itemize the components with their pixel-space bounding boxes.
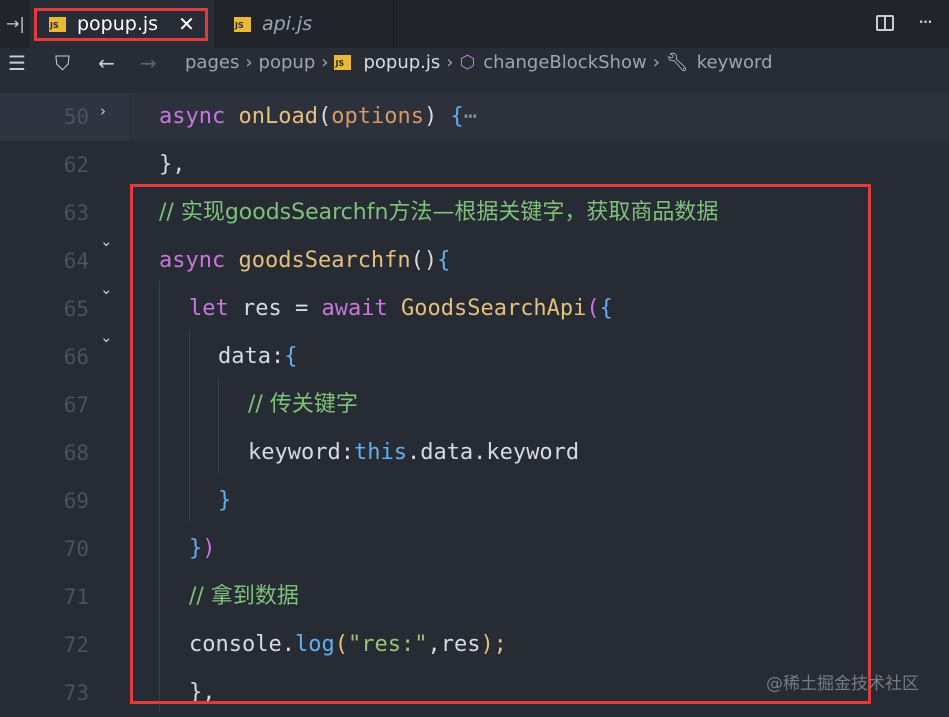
line-number: 70 <box>63 537 89 561</box>
code-line[interactable]: 70 }) <box>0 525 949 573</box>
tab-label: api.js <box>262 13 313 35</box>
code-editor[interactable]: 50 › async onLoad(options) {⋯ 62 }, 63 /… <box>0 81 949 712</box>
wrench-icon: 🔧︎ <box>665 52 689 73</box>
line-number: 62 <box>63 153 89 177</box>
method-cube-icon: ⬡ <box>459 52 476 73</box>
breadcrumb-item-method[interactable]: changeBlockShow <box>483 52 647 73</box>
line-number: 73 <box>63 681 89 705</box>
code-line[interactable]: 64 ⌄ async goodsSearchfn(){ <box>0 232 949 285</box>
chevron-right-icon: › <box>245 52 253 73</box>
tab-label: popup.js <box>77 13 159 35</box>
line-number: 66 <box>63 345 89 369</box>
line-number: 69 <box>63 489 89 513</box>
code-text: async onLoad(options) {⋯ <box>159 104 477 129</box>
close-icon[interactable]: ✕ <box>178 12 195 36</box>
line-number: 72 <box>63 633 89 657</box>
tab-api-js[interactable]: JS api.js <box>214 0 394 48</box>
code-text: console.log("res:",res); <box>189 632 507 657</box>
line-number: 71 <box>63 585 89 609</box>
code-comment: // 传关键字 <box>248 392 358 417</box>
breadcrumb-item-file[interactable]: popup.js <box>363 52 440 73</box>
js-file-icon: JS <box>234 16 251 32</box>
breadcrumb-item-pages[interactable]: pages <box>185 52 239 73</box>
line-number: 68 <box>63 441 89 465</box>
code-text: }) <box>189 536 216 561</box>
code-text: keyword:this.data.keyword <box>248 440 580 465</box>
chevron-right-icon: › <box>652 52 660 73</box>
code-comment: // 拿到数据 <box>189 584 299 609</box>
code-text: async goodsSearchfn(){ <box>159 248 451 273</box>
line-number: 64 <box>63 249 89 273</box>
code-text: data:{ <box>218 344 298 369</box>
line-number: 50 <box>63 105 89 129</box>
code-line[interactable]: 71 // 拿到数据 <box>0 573 949 621</box>
code-text: }, <box>189 680 216 705</box>
outline-list-icon[interactable]: ☰ <box>8 51 26 75</box>
code-line[interactable]: 66 ⌄ data:{ <box>0 328 949 381</box>
tab-popup-js[interactable]: JS popup.js ✕ <box>30 0 214 48</box>
code-text: }, <box>159 152 186 177</box>
fold-chevron-icon[interactable]: ⌄ <box>100 265 113 313</box>
back-arrow-icon[interactable]: ← <box>98 51 115 75</box>
split-editor-icon[interactable] <box>876 15 894 31</box>
js-file-icon: JS <box>49 16 66 32</box>
chevron-right-icon: › <box>321 52 329 73</box>
line-number: 63 <box>63 201 89 225</box>
toggle-sidebar-icon[interactable]: →| <box>6 14 25 33</box>
breadcrumb-item-popup[interactable]: popup <box>259 52 316 73</box>
fold-chevron-icon[interactable]: ⌄ <box>100 217 113 265</box>
code-line[interactable]: 50 › async onLoad(options) {⋯ <box>0 93 949 141</box>
fold-chevron-icon[interactable]: › <box>100 87 106 135</box>
editor-tab-bar: →| JS popup.js ✕ JS api.js ··· <box>0 0 949 48</box>
breadcrumb-item-keyword[interactable]: keyword <box>697 52 773 73</box>
code-text: } <box>218 488 232 513</box>
watermark: @稀土掘金技术社区 <box>766 674 919 694</box>
bookmark-icon[interactable]: ⛉ <box>55 51 70 75</box>
fold-chevron-icon[interactable]: ⌄ <box>100 313 113 361</box>
code-line[interactable]: 68 keyword:this.data.keyword <box>0 429 949 477</box>
code-text: let res = await GoodsSearchApi({ <box>189 296 613 321</box>
code-line[interactable]: 63 // 实现goodsSearchfn方法—根据关键字，获取商品数据 <box>0 189 949 237</box>
code-line[interactable]: 65 ⌄ let res = await GoodsSearchApi({ <box>0 280 949 333</box>
breadcrumb: ☰ ⛉ ← → pages › popup › JS popup.js › ⬡ … <box>0 48 949 81</box>
js-file-icon: JS <box>334 55 352 70</box>
code-line[interactable]: 72 console.log("res:",res); <box>0 621 949 669</box>
code-line[interactable]: 69 } <box>0 477 949 525</box>
line-number: 67 <box>63 393 89 417</box>
code-comment: // 实现goodsSearchfn方法—根据关键字，获取商品数据 <box>159 200 719 225</box>
line-number: 65 <box>63 297 89 321</box>
forward-arrow-icon[interactable]: → <box>140 51 157 75</box>
code-line[interactable]: 62 }, <box>0 141 949 189</box>
chevron-right-icon: › <box>446 52 454 73</box>
more-actions-icon[interactable]: ··· <box>918 10 933 34</box>
code-line[interactable]: 67 // 传关键字 <box>0 381 949 429</box>
